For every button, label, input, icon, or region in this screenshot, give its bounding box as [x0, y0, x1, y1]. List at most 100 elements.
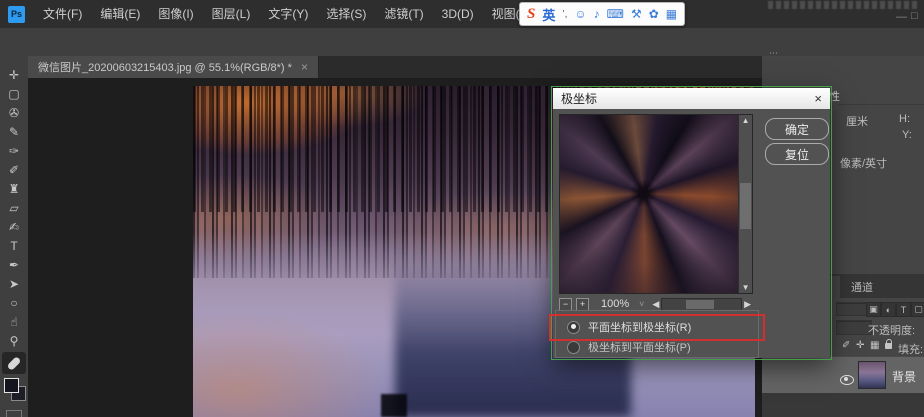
type-filter-icon[interactable]: T: [896, 302, 911, 317]
layer-thumbnail[interactable]: [858, 361, 886, 389]
chevron-down-icon[interactable]: ˅: [639, 299, 644, 309]
menu-3d[interactable]: 3D(D): [433, 0, 483, 28]
polar-coordinates-dialog: 极坐标 × ▲ ▼ − + 100% ˅ ◀ ▶ 平面坐标到极坐标(R): [553, 88, 830, 358]
ok-button[interactable]: 确定: [765, 118, 829, 140]
type-tool[interactable]: T: [0, 237, 28, 255]
pixel-filter-icon[interactable]: ▣: [866, 302, 881, 317]
photoshop-logo: Ps: [8, 6, 25, 23]
eyedropper-icon: ✑: [9, 144, 19, 158]
healing-brush-tool-selected[interactable]: [2, 352, 26, 374]
pen-icon: ✒: [9, 258, 19, 272]
eyedropper-tool[interactable]: ✑: [0, 142, 28, 160]
menu-type[interactable]: 文字(Y): [259, 0, 317, 28]
quick-selection-icon: ✎: [9, 125, 19, 139]
hand-icon: ☝: [10, 315, 17, 329]
lasso-tool[interactable]: ✇: [0, 104, 28, 122]
shape-tool[interactable]: ○: [0, 294, 28, 312]
shape-filter-icon[interactable]: ▢: [911, 302, 924, 317]
dialog-title: 极坐标: [561, 90, 814, 107]
tools-panel: ✛ ▢ ✇ ✎ ✑ ✐ ♜ ▱ ✍ T ✒ ➤ ○ ☝ ⚲: [0, 56, 29, 417]
ime-punctuation-mode[interactable]: ’,: [562, 9, 567, 20]
grid-icon[interactable]: ▦: [666, 7, 677, 21]
lock-transparency-icon[interactable]: ▦: [870, 340, 879, 351]
quick-selection-tool[interactable]: ✎: [0, 123, 28, 141]
radio-polar-to-rect[interactable]: 极坐标到平面坐标(P): [567, 339, 691, 355]
clone-stamp-icon: ♜: [9, 182, 20, 196]
blend-mode-dropdown[interactable]: [836, 320, 872, 335]
filter-type-dropdown[interactable]: [836, 302, 870, 316]
height-label: H:: [899, 113, 910, 125]
move-icon: ✛: [9, 68, 19, 82]
screen-watermark: [768, 1, 920, 9]
close-icon[interactable]: ×: [814, 91, 822, 106]
smudge-icon: ✍: [9, 220, 19, 234]
tab-channels[interactable]: 通道: [842, 276, 882, 298]
brush-tool[interactable]: ✐: [0, 161, 28, 179]
quick-mask-icon[interactable]: [6, 410, 22, 417]
dialog-title-bar[interactable]: 极坐标 ×: [553, 88, 830, 109]
rectangular-marquee-tool[interactable]: ▢: [0, 85, 28, 103]
menu-image[interactable]: 图像(I): [149, 0, 202, 28]
sogou-logo[interactable]: S: [527, 6, 535, 23]
filter-preview-image[interactable]: [560, 115, 738, 293]
horizontal-scroll-thumb[interactable]: [686, 300, 714, 309]
menu-filter[interactable]: 滤镜(T): [375, 0, 432, 28]
zoom-level-value: 100%: [601, 298, 629, 310]
eraser-tool[interactable]: ▱: [0, 199, 28, 217]
unit-label: 厘米: [846, 113, 868, 129]
emoji-icon[interactable]: ☺: [574, 7, 586, 21]
zoom-in-button[interactable]: +: [576, 298, 589, 311]
zoom-tool[interactable]: ⚲: [0, 332, 28, 350]
filter-preview-frame: ▲ ▼: [559, 114, 753, 294]
menu-layer[interactable]: 图层(L): [203, 0, 260, 28]
document-tab[interactable]: 微信图片_20200603215403.jpg @ 55.1%(RGB/8*) …: [28, 56, 319, 78]
photoshop-window: Ps 文件(F) 编辑(E) 图像(I) 图层(L) 文字(Y) 选择(S) 滤…: [0, 0, 924, 417]
red-highlight-annotation: [549, 314, 765, 341]
scroll-up-icon[interactable]: ▲: [739, 116, 752, 125]
preview-horizontal-scrollbar[interactable]: [661, 298, 742, 311]
smudge-tool[interactable]: ✍: [0, 218, 28, 236]
menu-select[interactable]: 选择(S): [317, 0, 375, 28]
voice-icon[interactable]: ♪: [594, 7, 600, 21]
lock-move-icon[interactable]: ✛: [856, 340, 864, 351]
adjustment-filter-icon[interactable]: ◐: [881, 302, 896, 317]
layer-name: 背景: [892, 368, 916, 385]
keyboard-icon[interactable]: ⌨: [607, 7, 624, 21]
opacity-label: 不透明度:: [868, 322, 915, 338]
hand-tool[interactable]: ☝: [0, 313, 28, 331]
toolbox-icon[interactable]: ⚒: [631, 7, 642, 21]
menu-edit[interactable]: 编辑(E): [91, 0, 149, 28]
scroll-right-icon[interactable]: ▶: [744, 299, 751, 310]
skin-icon[interactable]: ✿: [649, 7, 659, 21]
close-icon[interactable]: ×: [301, 60, 308, 74]
vertical-scroll-thumb[interactable]: [740, 183, 751, 229]
eraser-icon: ▱: [9, 201, 18, 215]
ime-language-mode[interactable]: 英: [542, 5, 555, 24]
foreground-color-swatch[interactable]: [4, 378, 19, 393]
lock-brush-icon[interactable]: ✐: [842, 340, 850, 351]
type-icon: T: [10, 239, 17, 253]
move-tool[interactable]: ✛: [0, 66, 28, 84]
reset-button[interactable]: 复位: [765, 143, 829, 165]
clone-stamp-tool[interactable]: ♜: [0, 180, 28, 198]
document-title: 微信图片_20200603215403.jpg @ 55.1%(RGB/8*) …: [38, 59, 292, 75]
dark-seam: [381, 394, 406, 417]
menu-file[interactable]: 文件(F): [34, 0, 91, 28]
path-selection-tool[interactable]: ➤: [0, 275, 28, 293]
layers-panel-footer: [762, 393, 924, 417]
scroll-left-icon[interactable]: ◀: [652, 299, 659, 310]
radio-unselected-icon[interactable]: [567, 341, 580, 354]
lasso-icon: ✇: [9, 106, 19, 120]
tool-options-bar: ˅ 45 ˅ ▤ 模式: 正常 ˅ 源: 取样 图案 ˅ 对齐 样本: 当前图层…: [0, 28, 924, 57]
resolution-label: 像素/英寸: [840, 155, 887, 171]
scroll-down-icon[interactable]: ▼: [739, 283, 752, 292]
lock-all-icon[interactable]: [885, 343, 892, 349]
zoom-out-button[interactable]: −: [559, 298, 572, 311]
pen-tool[interactable]: ✒: [0, 256, 28, 274]
preview-vertical-scrollbar[interactable]: ▲ ▼: [738, 115, 752, 293]
window-minimize-button[interactable]: —: [896, 11, 907, 23]
zoom-icon: ⚲: [10, 334, 19, 348]
layer-visibility-eye-icon[interactable]: [840, 375, 854, 385]
window-restore-button[interactable]: □: [911, 10, 918, 22]
brush-icon: ✐: [9, 163, 19, 177]
